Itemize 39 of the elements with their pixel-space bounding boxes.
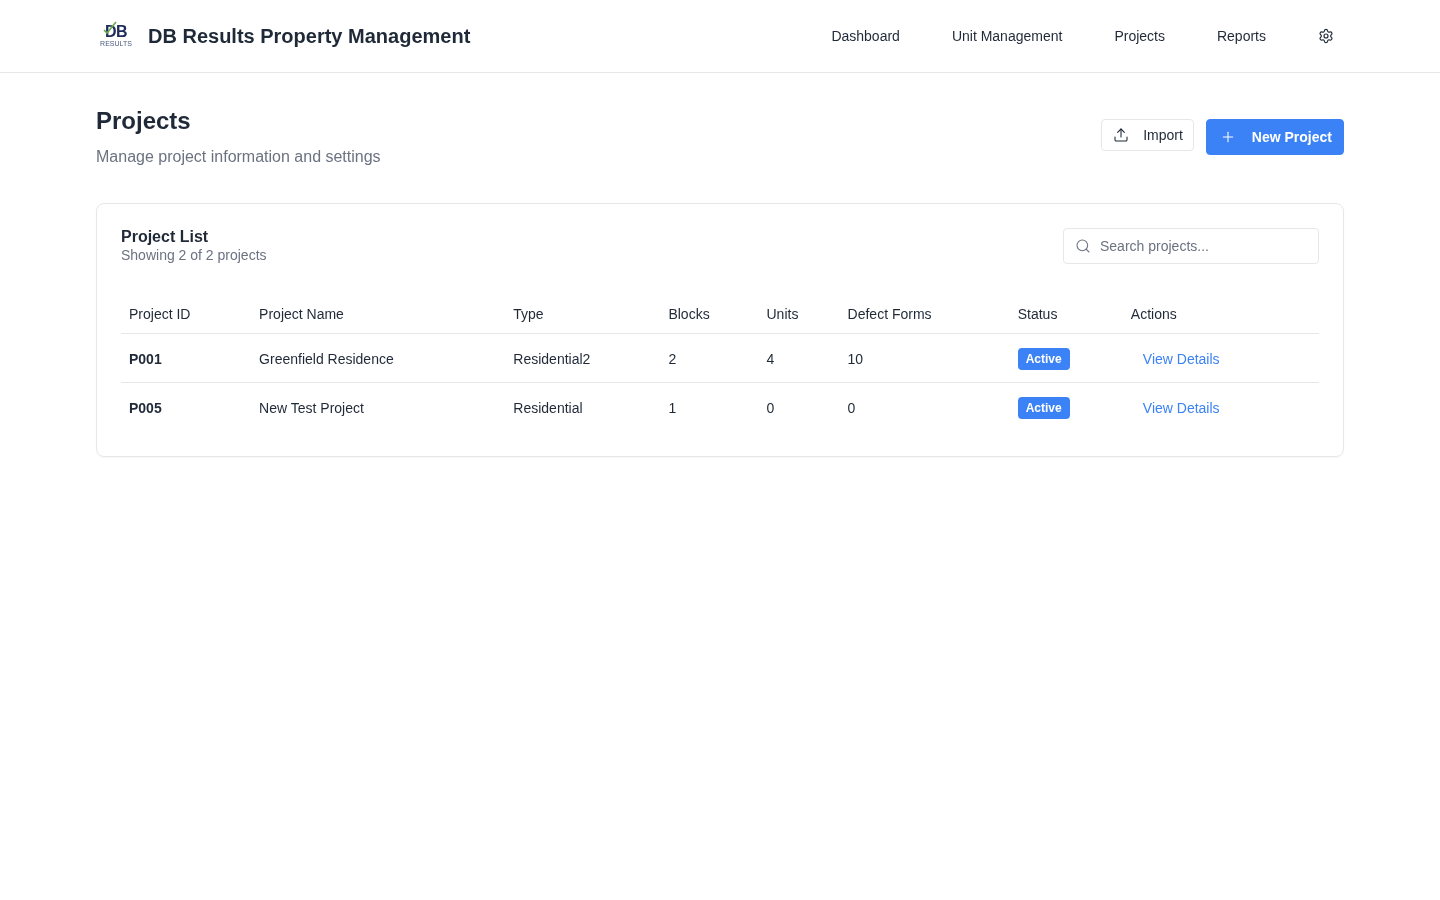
table-cell: 0 xyxy=(766,400,775,417)
nav-link[interactable]: Reports xyxy=(1216,28,1266,44)
nav-link[interactable]: Dashboard xyxy=(831,28,900,44)
upload-icon xyxy=(1113,127,1130,143)
table-cell: Greenfield Residence xyxy=(259,351,394,367)
import-button[interactable]: Import xyxy=(1101,119,1194,151)
app-title: DB Results Property Management xyxy=(148,24,471,48)
column-header: Blocks xyxy=(660,296,759,334)
card-summary: Showing 2 of 2 projects xyxy=(121,246,267,264)
view-details-link[interactable]: View Details xyxy=(1130,400,1232,417)
table-cell: 0 xyxy=(847,400,856,417)
column-header: Status xyxy=(1009,296,1123,334)
settings-icon[interactable] xyxy=(1318,28,1334,44)
table-cell: Residential2 xyxy=(513,351,591,367)
view-details-link[interactable]: View Details xyxy=(1130,351,1232,367)
table-cell: 4 xyxy=(766,351,775,367)
status-badge: Active xyxy=(1017,348,1070,370)
table-cell: 2 xyxy=(668,351,677,367)
column-header: Project ID xyxy=(121,296,252,334)
column-header: Type xyxy=(505,296,661,334)
search-icon xyxy=(1075,238,1091,254)
table-cell: P005 xyxy=(129,400,162,417)
status-badge: Active xyxy=(1017,397,1070,420)
table-cell: P001 xyxy=(129,351,162,367)
table-cell: 10 xyxy=(847,351,864,367)
page-subtitle: Manage project information and settings xyxy=(96,147,381,167)
search-field[interactable]: Search projects... xyxy=(1063,228,1319,264)
nav-link[interactable]: Unit Management xyxy=(951,28,1063,44)
page-title: Projects xyxy=(96,106,192,136)
table-cell: Residential xyxy=(513,400,583,417)
column-header: Actions xyxy=(1122,296,1319,334)
column-header: Project Name xyxy=(251,296,506,334)
column-header: Units xyxy=(758,296,840,334)
nav-link[interactable]: Projects xyxy=(1114,28,1165,44)
new-project-button[interactable]: New Project xyxy=(1205,119,1344,155)
table-cell: New Test Project xyxy=(259,400,364,417)
column-header: Defect Forms xyxy=(839,296,1010,334)
table-cell: 1 xyxy=(668,400,677,417)
card-title: Project List xyxy=(121,228,210,246)
